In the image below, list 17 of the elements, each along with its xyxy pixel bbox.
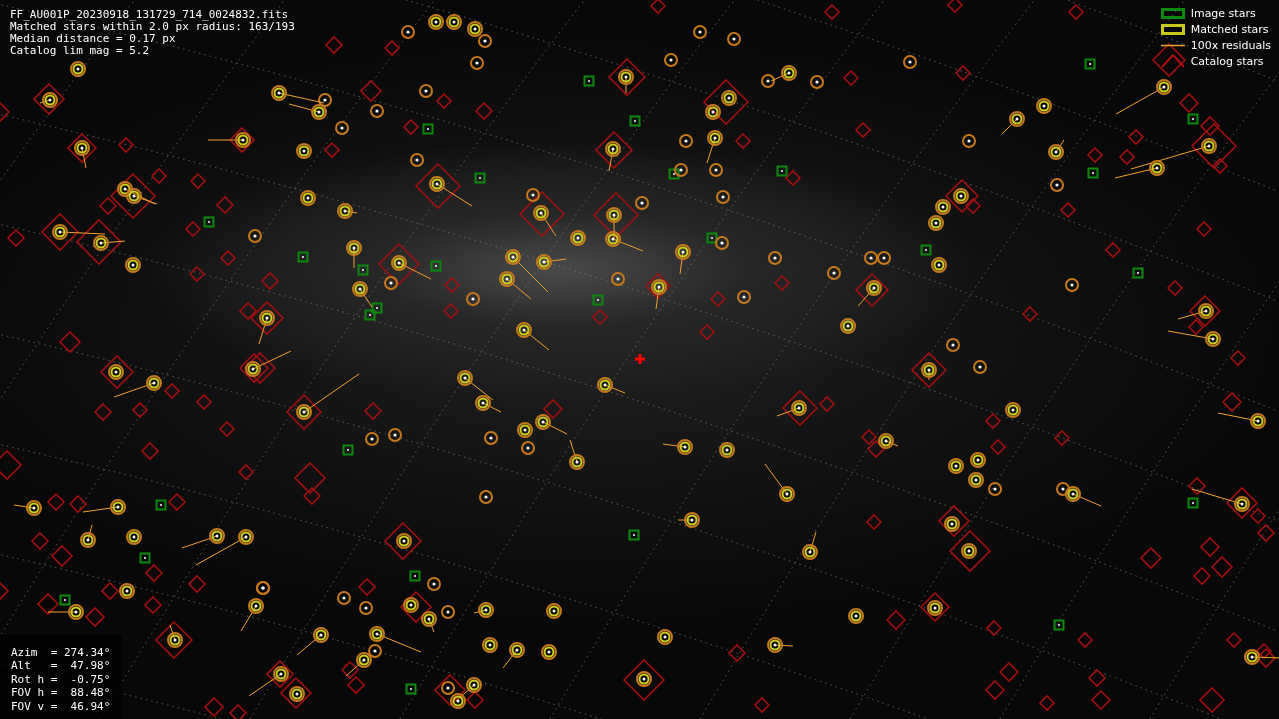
matched-star-marker-icon <box>1160 23 1185 35</box>
header-text: Matched stars within 2.0 px radius: 163/193 <box>10 21 295 33</box>
header-text: FF_AU001P_20230918_131729_714_0024832.fits <box>10 9 290 21</box>
header-text: Catalog lim mag = 5.2 <box>10 45 151 57</box>
header-text: Median distance = 0.17 px <box>10 33 177 45</box>
pointing-info-text: Azim = 274.34° <box>11 645 112 659</box>
pointing-info-text: Rot h = -0.75° <box>11 672 112 686</box>
pointing-info-text: Alt = 47.98° <box>11 659 112 673</box>
pointing-info-text: FOV v = 46.94° <box>11 699 112 713</box>
legend-label: Matched stars <box>1190 22 1269 36</box>
diamond-icon <box>1160 54 1185 68</box>
legend-label: 100x residuals <box>1190 38 1271 52</box>
pointing-info-text: FOV h = 88.48° <box>11 686 112 700</box>
image-star-marker-icon <box>1160 7 1185 19</box>
residual-line-icon <box>1160 43 1185 47</box>
legend-label: Catalog stars <box>1190 54 1264 68</box>
legend-label: Image stars <box>1190 6 1256 20</box>
